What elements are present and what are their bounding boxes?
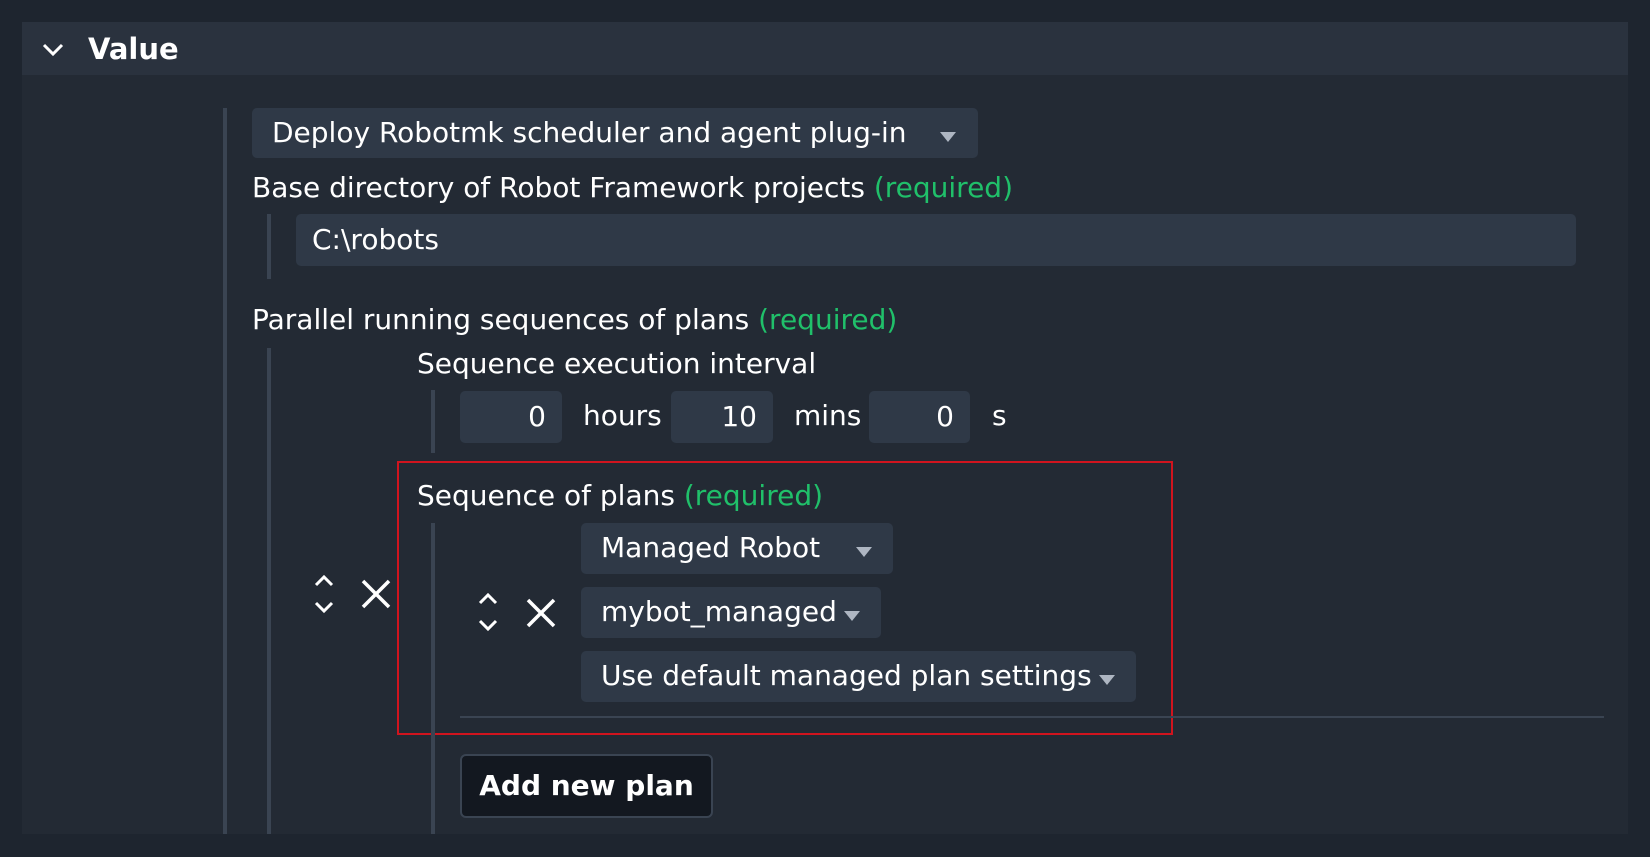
base-dir-input[interactable]: C:\robots xyxy=(296,214,1576,266)
caret-down-icon xyxy=(856,547,872,557)
move-up-down-icon[interactable] xyxy=(312,573,336,617)
base-dir-indent-line xyxy=(267,214,271,279)
sequence-label: Sequence of plans (required) xyxy=(417,479,824,512)
parallel-label: Parallel running sequences of plans (req… xyxy=(252,303,898,336)
move-up-down-icon[interactable] xyxy=(476,591,500,635)
required-marker: (required) xyxy=(873,171,1013,204)
add-new-plan-button[interactable]: Add new plan xyxy=(460,754,713,818)
plan-type-value: Managed Robot xyxy=(601,531,821,564)
caret-down-icon xyxy=(940,132,956,142)
mins-unit: mins xyxy=(794,399,862,432)
secs-unit: s xyxy=(992,399,1007,432)
required-marker: (required) xyxy=(683,479,824,512)
value-title: Value xyxy=(88,32,179,66)
chevron-down-icon[interactable] xyxy=(40,36,66,62)
value-header[interactable] xyxy=(22,22,1628,75)
interval-indent-line xyxy=(431,390,435,453)
plan-settings-value: Use default managed plan settings xyxy=(601,659,1092,692)
caret-down-icon xyxy=(844,611,860,621)
deploy-select[interactable]: Deploy Robotmk scheduler and agent plug-… xyxy=(252,108,978,158)
base-dir-value: C:\robots xyxy=(312,223,439,256)
plan-name-select[interactable]: mybot_managed xyxy=(581,587,881,638)
secs-input[interactable]: 0 xyxy=(869,391,970,443)
hours-unit: hours xyxy=(583,399,662,432)
close-icon[interactable] xyxy=(525,597,557,629)
outer-indent-line xyxy=(223,108,227,834)
hours-input[interactable]: 0 xyxy=(460,391,562,443)
sequence-indent-line xyxy=(431,523,435,834)
mins-input[interactable]: 10 xyxy=(671,391,773,443)
plan-settings-select[interactable]: Use default managed plan settings xyxy=(581,651,1136,702)
plan-name-value: mybot_managed xyxy=(601,595,837,628)
plan-type-select[interactable]: Managed Robot xyxy=(581,523,893,574)
parallel-indent-line xyxy=(267,348,271,834)
base-dir-label: Base directory of Robot Framework projec… xyxy=(252,171,1013,204)
plan-divider xyxy=(460,716,1604,718)
deploy-select-value: Deploy Robotmk scheduler and agent plug-… xyxy=(272,116,907,149)
caret-down-icon xyxy=(1099,675,1115,685)
interval-label: Sequence execution interval xyxy=(417,347,817,380)
close-icon[interactable] xyxy=(360,578,392,610)
required-marker: (required) xyxy=(758,303,898,336)
